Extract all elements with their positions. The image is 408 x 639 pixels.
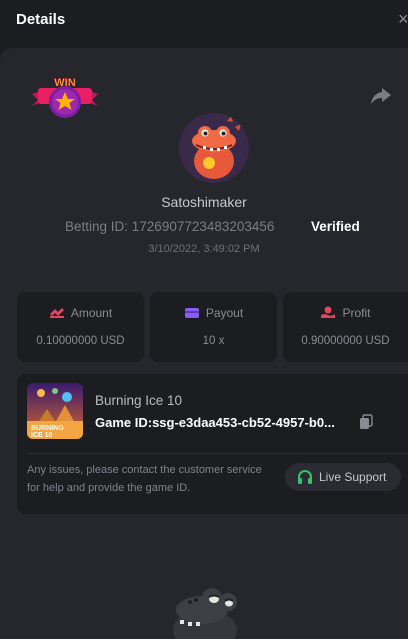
svg-text:BURNING: BURNING <box>31 425 64 432</box>
headset-icon <box>298 470 312 484</box>
betting-id: Betting ID: 1726907723483203456 <box>65 219 275 234</box>
game-card: BURNING ICE 10 Burning Ice 10 Game ID:ss… <box>17 374 408 514</box>
stat-profit: Profit 0.90000000 USD <box>283 292 408 362</box>
stat-profit-label: Profit <box>283 306 408 320</box>
crocodile-avatar-icon <box>179 113 249 183</box>
svg-text:WIN: WIN <box>54 77 75 89</box>
verified-label: Verified <box>311 219 360 234</box>
copy-icon[interactable] <box>359 414 373 430</box>
live-support-label: Live Support <box>319 470 387 484</box>
game-id: Game ID:ssg-e3daa453-cb52-4957-b0... <box>95 415 335 430</box>
support-notice: Any issues, please contact the customer … <box>27 464 262 494</box>
close-icon[interactable]: × <box>398 9 408 29</box>
avatar <box>179 113 249 183</box>
page-title: Details <box>16 11 66 28</box>
details-header: Details × <box>0 0 408 40</box>
payout-card-icon <box>184 308 199 318</box>
divider <box>27 453 408 454</box>
stat-payout-value: 10 x <box>202 335 225 347</box>
live-support-button[interactable]: Live Support <box>285 463 401 491</box>
username: Satoshimaker <box>161 194 247 210</box>
amount-icon <box>49 308 64 318</box>
stat-amount-value: 0.10000000 USD <box>36 335 125 347</box>
burning-ice-thumbnail-icon: BURNING ICE 10 <box>27 383 83 439</box>
share-icon[interactable] <box>370 86 392 106</box>
stat-amount: Amount 0.10000000 USD <box>17 292 144 362</box>
stat-amount-label: Amount <box>17 306 144 320</box>
crocodile-mascot-icon <box>173 588 237 639</box>
stat-profit-value: 0.90000000 USD <box>301 335 390 347</box>
stat-payout: Payout 10 x <box>150 292 277 362</box>
profit-icon <box>321 306 336 318</box>
win-badge-icon: WIN <box>32 77 98 118</box>
game-thumbnail[interactable]: BURNING ICE 10 <box>27 383 83 439</box>
bet-datetime: 3/10/2022, 3:49:02 PM <box>148 243 260 255</box>
stat-payout-label: Payout <box>150 306 277 320</box>
svg-text:ICE 10: ICE 10 <box>31 432 53 439</box>
game-name[interactable]: Burning Ice 10 <box>95 393 182 408</box>
bet-details-app: Details × WIN Satoshimaker Betting ID: 1… <box>0 0 408 639</box>
